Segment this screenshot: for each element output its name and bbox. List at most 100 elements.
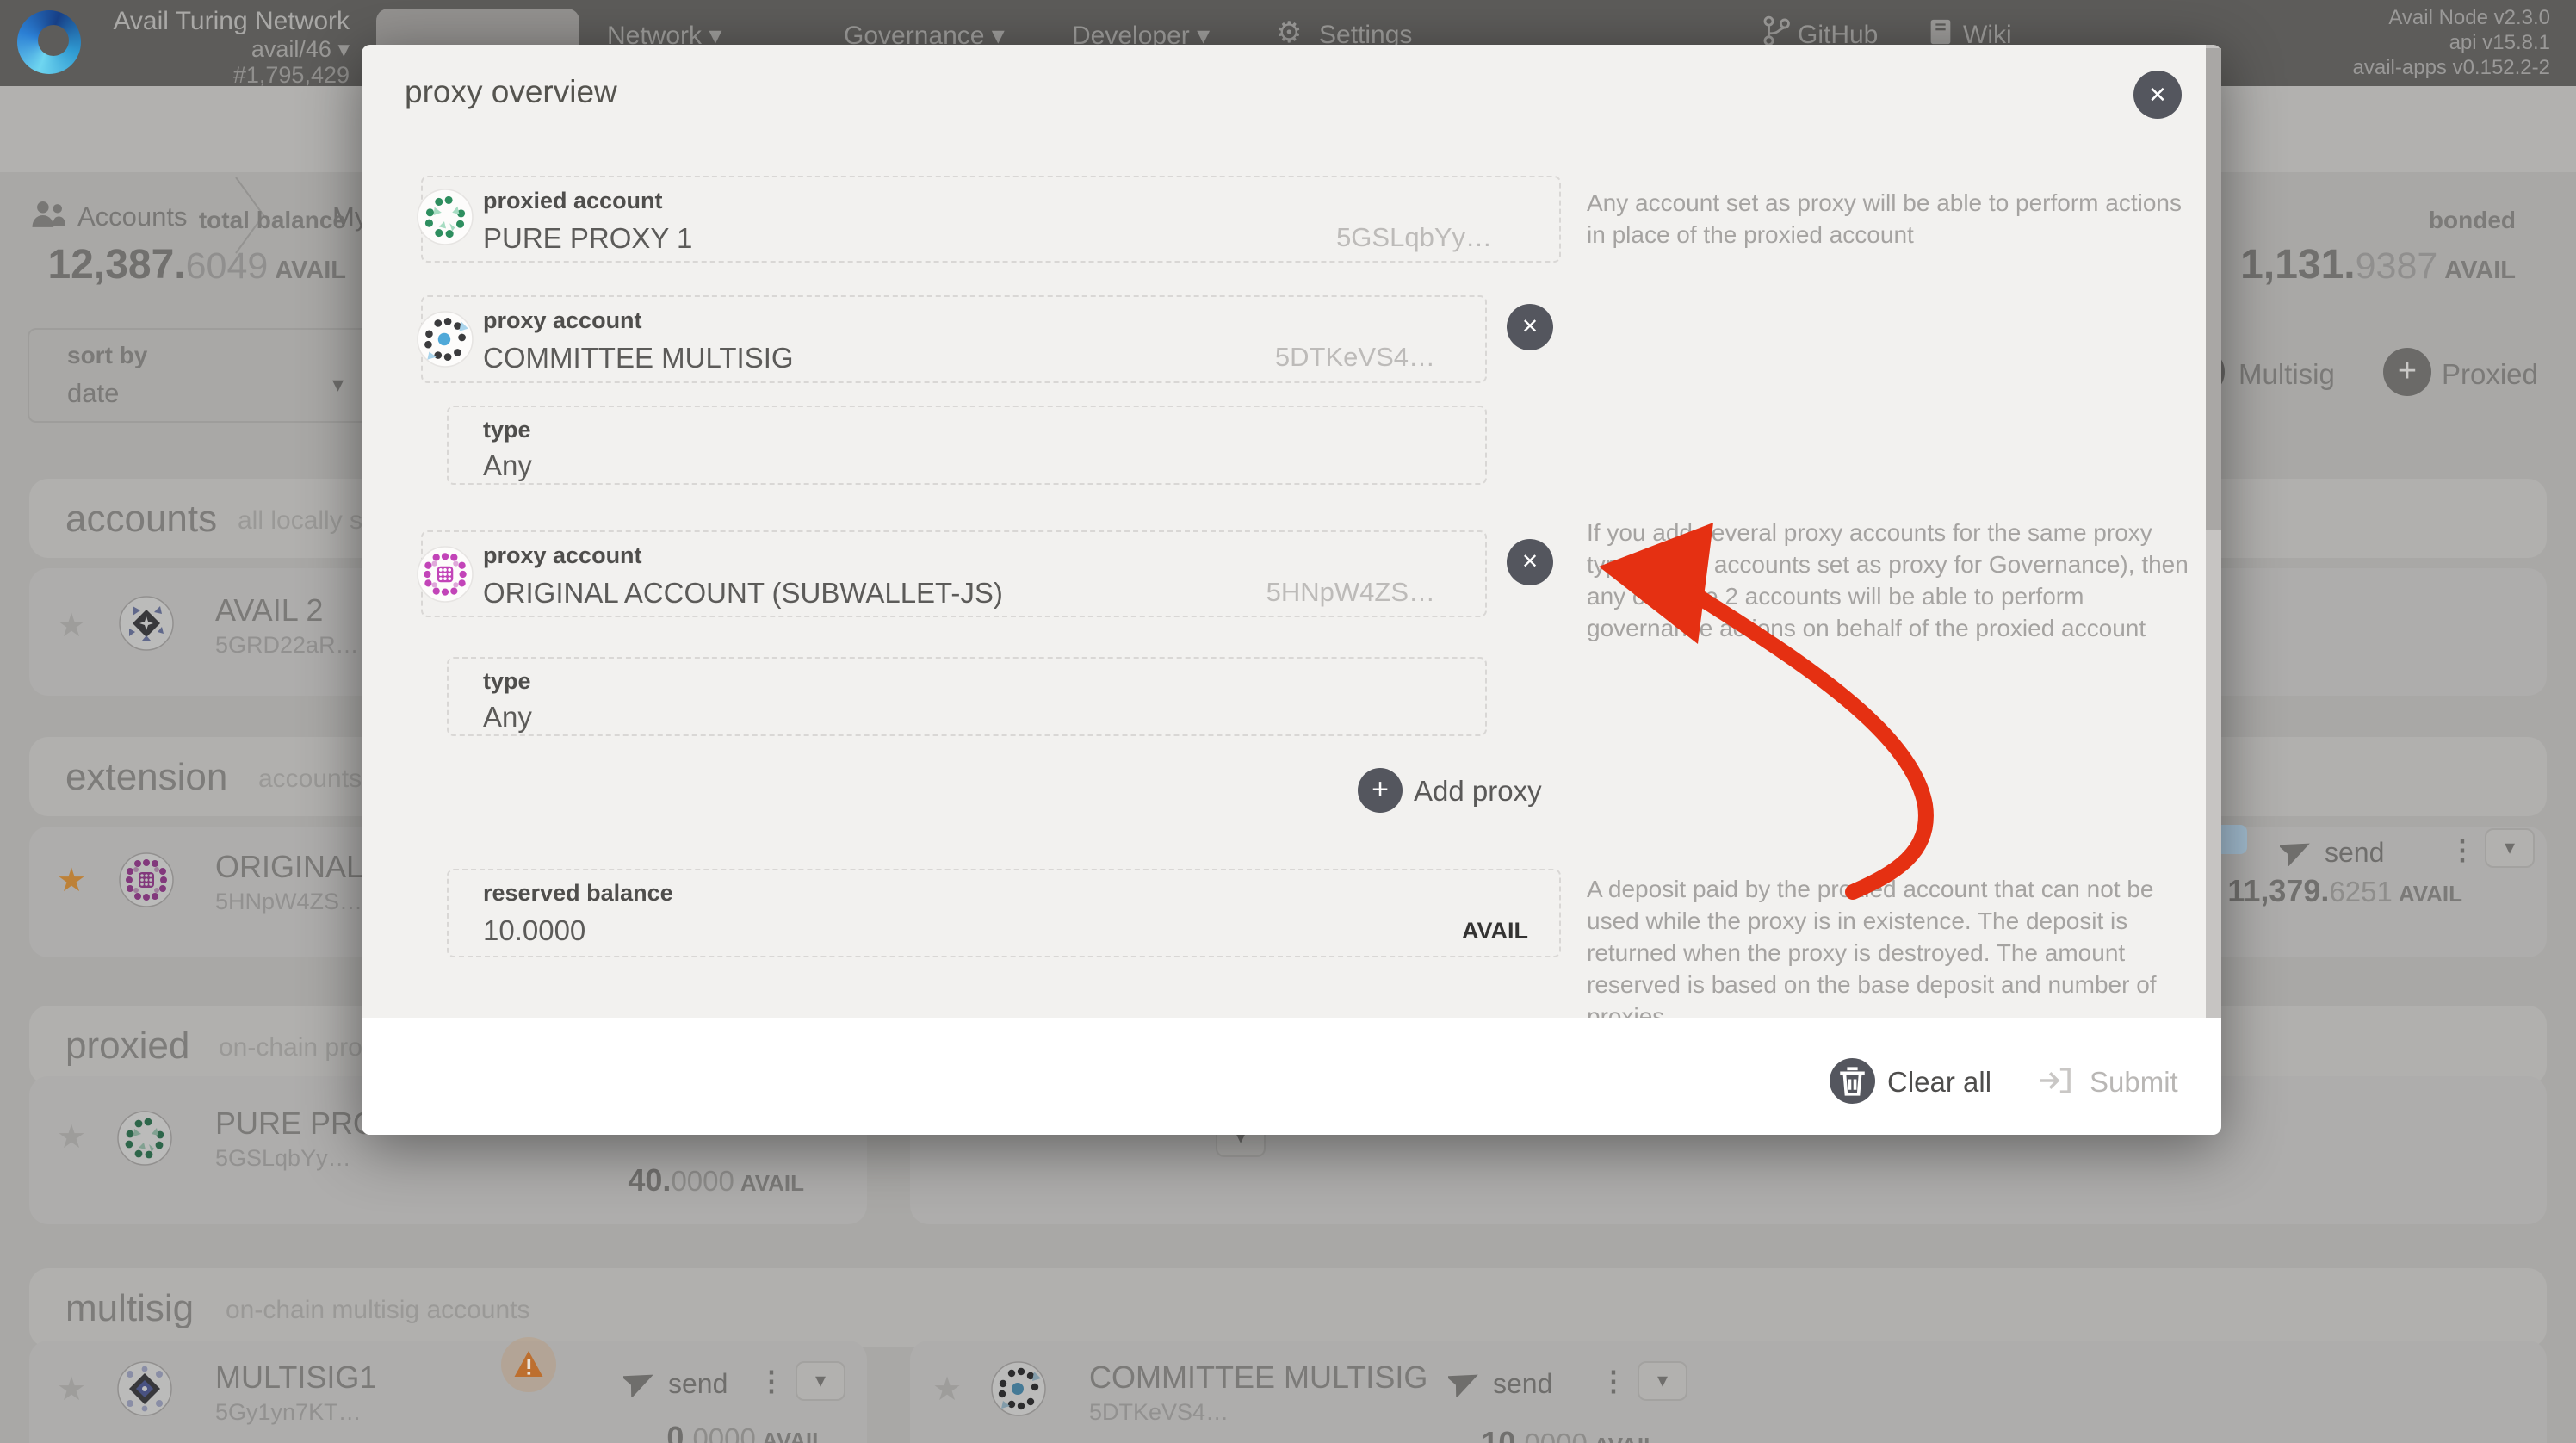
apps-version: avail-apps v0.152.2-2 bbox=[2239, 55, 2550, 80]
bonded-value: 1,131.9387AVAIL bbox=[2204, 241, 2516, 288]
field-label: proxy account bbox=[483, 542, 642, 569]
chevron-down-icon: ▾ bbox=[815, 1369, 826, 1392]
account-name[interactable]: COMMITTEE MULTISIG bbox=[1089, 1359, 1427, 1396]
send-icon[interactable] bbox=[1448, 1365, 1481, 1397]
warning-icon bbox=[513, 1349, 544, 1378]
account-balance: 40.0000AVAIL bbox=[494, 1162, 804, 1198]
section-subtitle: on-chain prox bbox=[219, 1033, 375, 1062]
identicon-pure-proxy bbox=[417, 189, 474, 245]
account-name[interactable]: MULTISIG1 bbox=[215, 1359, 376, 1396]
identicon-avail2[interactable] bbox=[119, 596, 174, 651]
field-label: type bbox=[483, 668, 531, 695]
menu-dots-icon[interactable]: ⋮ bbox=[758, 1365, 785, 1397]
field-label: reserved balance bbox=[483, 880, 673, 907]
proxy-type-value: Any bbox=[483, 449, 532, 482]
field-label: proxied account bbox=[483, 188, 663, 214]
clear-all-button[interactable]: Clear all bbox=[1887, 1066, 1991, 1099]
note-reserved-deposit: A deposit paid by the proxied account th… bbox=[1587, 873, 2189, 1032]
account-row-committee: ★ COMMITTEE MULTISIG 5DTK bbox=[910, 1341, 2547, 1443]
screen: Avail Turing Network avail/46 ▾ #1,795,4… bbox=[0, 0, 2576, 1443]
expand-dropdown-button[interactable]: ▾ bbox=[1638, 1361, 1687, 1401]
section-subtitle: on-chain multisig accounts bbox=[226, 1296, 530, 1325]
proxy-account-address: 5HNpW4ZS… bbox=[1093, 577, 1435, 608]
identicon-original-account[interactable] bbox=[119, 852, 174, 907]
git-branch-icon[interactable] bbox=[1762, 14, 1791, 48]
favorite-star-icon[interactable]: ★ bbox=[932, 1370, 962, 1409]
favorite-star-icon[interactable]: ★ bbox=[57, 606, 86, 645]
account-address[interactable]: 5HNpW4ZS… bbox=[215, 889, 362, 915]
favorite-star-icon[interactable]: ★ bbox=[57, 861, 86, 900]
trash-icon[interactable] bbox=[1830, 1058, 1875, 1104]
node-version: Avail Node v2.3.0 bbox=[2239, 5, 2550, 30]
send-icon[interactable] bbox=[2280, 833, 2313, 866]
chevron-down-icon: ▾ bbox=[337, 36, 350, 62]
favorite-star-icon[interactable]: ★ bbox=[57, 1370, 86, 1409]
note-proxy-governance: If you add several proxy accounts for th… bbox=[1587, 517, 2189, 644]
network-info[interactable]: Avail Turing Network avail/46 ▾ #1,795,4… bbox=[86, 7, 350, 88]
expand-dropdown-button[interactable]: ▾ bbox=[2485, 828, 2535, 868]
chevron-down-icon: ▾ bbox=[1657, 1369, 1668, 1392]
section-title: proxied bbox=[65, 1025, 189, 1068]
proxy-type-field-1[interactable] bbox=[447, 406, 1487, 485]
section-title: multisig bbox=[65, 1287, 194, 1330]
section-header-multisig: multisig on-chain multisig accounts bbox=[29, 1268, 2547, 1347]
bonded-balance: bonded 1,131.9387AVAIL bbox=[2204, 207, 2516, 288]
sign-in-icon[interactable] bbox=[2037, 1064, 2073, 1097]
proxy-type-value: Any bbox=[483, 701, 532, 734]
add-proxied-icon[interactable]: + bbox=[2383, 348, 2431, 396]
account-address[interactable]: 5Gy1yn7KT… bbox=[215, 1399, 362, 1426]
proxy-account-name: COMMITTEE MULTISIG bbox=[483, 342, 794, 375]
menu-dots-icon[interactable]: ⋮ bbox=[2449, 833, 2476, 866]
add-proxy-icon[interactable]: + bbox=[1358, 768, 1403, 813]
menu-dots-icon[interactable]: ⋮ bbox=[1600, 1365, 1627, 1397]
book-icon[interactable] bbox=[1927, 17, 1954, 46]
add-proxy-button[interactable]: Add proxy bbox=[1414, 775, 1542, 808]
identicon-committee-multisig bbox=[417, 311, 474, 368]
multisig-button[interactable]: Multisig bbox=[2239, 358, 2335, 391]
version-info: Avail Node v2.3.0 api v15.8.1 avail-apps… bbox=[2239, 5, 2550, 80]
section-title: accounts bbox=[65, 498, 217, 541]
note-proxied-account: Any account set as proxy will be able to… bbox=[1587, 187, 2189, 251]
account-balance: 10.0000AVAIL bbox=[1330, 1425, 1657, 1443]
sort-by-dropdown[interactable]: sort by date ▾ bbox=[28, 328, 372, 423]
sort-by-label: sort by bbox=[67, 342, 147, 369]
proxied-account-address: 5GSLqbYy… bbox=[1136, 222, 1492, 253]
chevron-down-icon: ▾ bbox=[332, 371, 344, 398]
identicon-multisig1[interactable] bbox=[117, 1361, 172, 1416]
chevron-down-icon: ▾ bbox=[2505, 836, 2515, 859]
proxy-overview-modal: proxy overview ✕ proxied account bbox=[362, 45, 2221, 1135]
close-icon[interactable]: ✕ bbox=[2133, 71, 2182, 119]
remove-proxy-icon[interactable]: ✕ bbox=[1507, 539, 1553, 585]
modal-scrollbar-thumb[interactable] bbox=[2206, 48, 2221, 530]
api-version: api v15.8.1 bbox=[2239, 30, 2550, 55]
proxied-account-name: PURE PROXY 1 bbox=[483, 222, 692, 255]
identicon-committee-multisig[interactable] bbox=[991, 1361, 1046, 1416]
favorite-star-icon[interactable]: ★ bbox=[57, 1118, 86, 1156]
account-address[interactable]: 5GRD22aR… bbox=[215, 632, 359, 659]
avail-logo-icon[interactable] bbox=[17, 10, 81, 74]
proxy-type-field-2[interactable] bbox=[447, 657, 1487, 736]
account-row-multisig1: ★ MULTISIG1 5Gy1yn7KT… bbox=[29, 1341, 867, 1443]
reserved-balance-unit: AVAIL bbox=[1309, 918, 1528, 944]
modal-footer: Clear all Submit bbox=[362, 1018, 2221, 1135]
send-button[interactable]: send bbox=[668, 1368, 728, 1400]
expand-dropdown-button[interactable]: ▾ bbox=[796, 1361, 845, 1401]
remove-proxy-icon[interactable]: ✕ bbox=[1507, 304, 1553, 350]
proxy-account-name: ORIGINAL ACCOUNT (SUBWALLET-JS) bbox=[483, 577, 1003, 610]
account-address[interactable]: 5GSLqbYy… bbox=[215, 1145, 351, 1172]
send-button[interactable]: send bbox=[2325, 837, 2384, 869]
field-label: type bbox=[483, 417, 531, 443]
send-icon[interactable] bbox=[623, 1365, 656, 1397]
proxied-button[interactable]: Proxied bbox=[2442, 358, 2538, 391]
submit-button[interactable]: Submit bbox=[2090, 1066, 2178, 1099]
send-button[interactable]: send bbox=[1493, 1368, 1552, 1400]
section-title: extension bbox=[65, 756, 227, 799]
account-address[interactable]: 5DTKeVS4… bbox=[1089, 1399, 1229, 1426]
section-subtitle: all locally s bbox=[238, 506, 362, 536]
total-balance-label: total balance bbox=[34, 207, 346, 234]
chain-spec: avail/46 ▾ bbox=[86, 36, 350, 62]
reserved-balance-value: 10.0000 bbox=[483, 914, 585, 947]
account-name[interactable]: AVAIL 2 bbox=[215, 592, 323, 629]
identicon-pure-proxy[interactable] bbox=[117, 1111, 172, 1166]
sort-by-value: date bbox=[67, 378, 119, 409]
